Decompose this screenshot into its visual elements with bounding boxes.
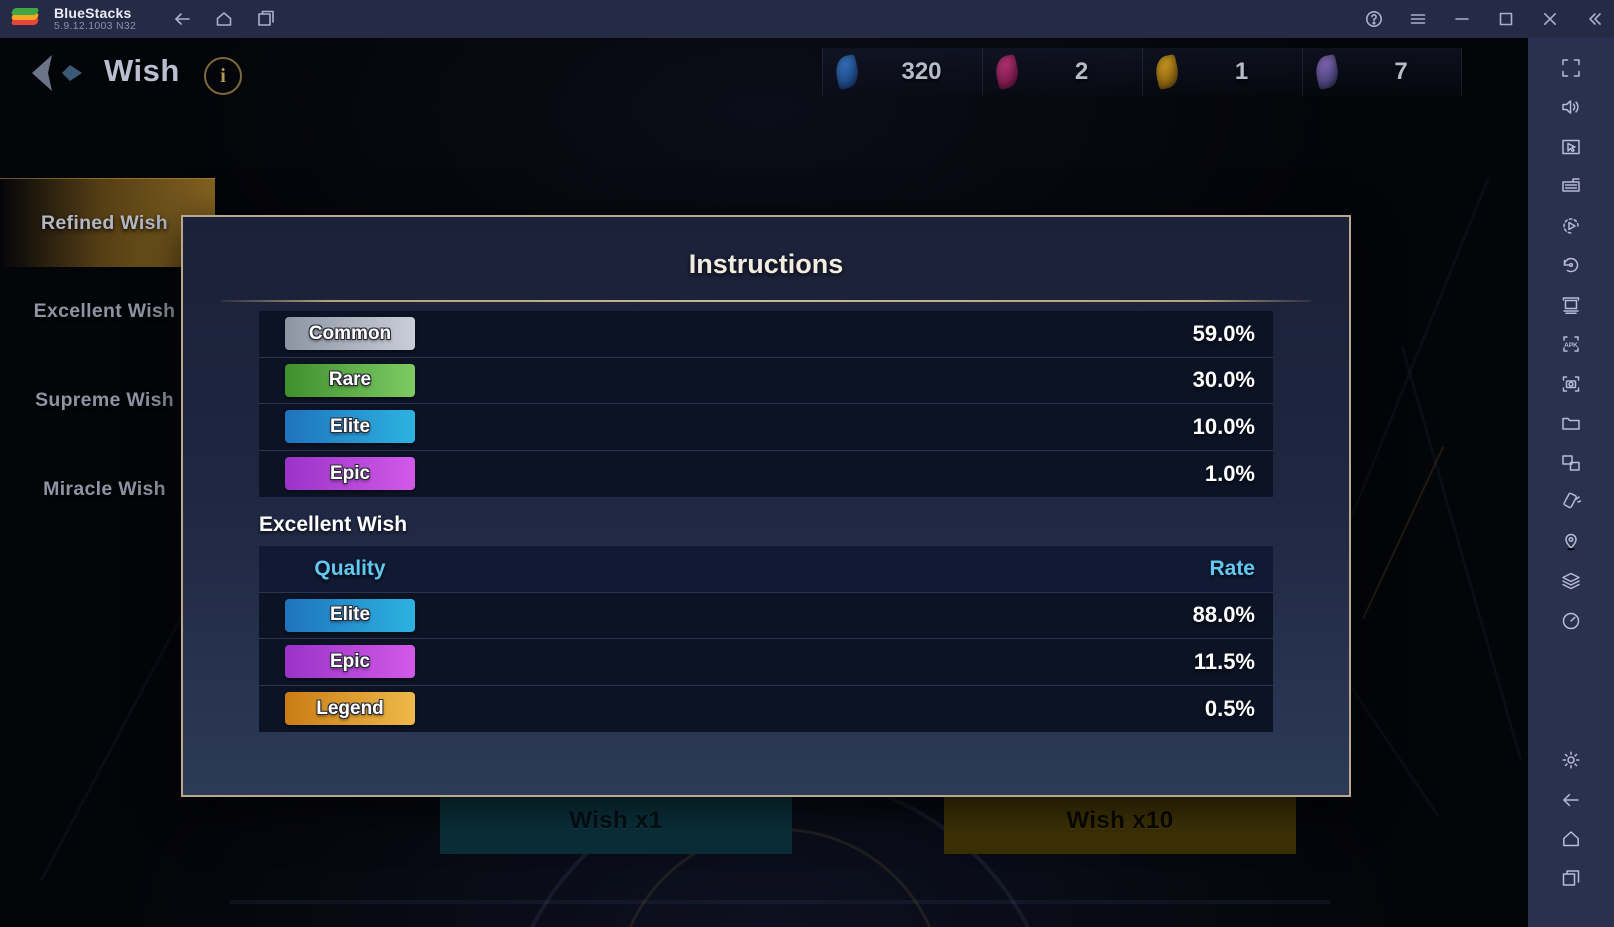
layers-icon[interactable] <box>1528 562 1614 602</box>
currency-value: 7 <box>1394 58 1408 85</box>
multi-instance-icon[interactable] <box>256 9 276 29</box>
refined-wish-rate-table: Common 59.0% Rare 30.0% Elite 10.0% Epic… <box>259 311 1273 497</box>
android-back-icon[interactable] <box>1528 780 1614 820</box>
currency-item-blue-crystal[interactable]: 320 <box>822 48 982 96</box>
game-controls-icon[interactable] <box>1528 285 1614 325</box>
purple-crystal-icon <box>1311 53 1345 91</box>
rotate-icon[interactable] <box>1528 246 1614 286</box>
install-apk-icon[interactable]: APK <box>1528 325 1614 365</box>
help-icon[interactable] <box>1364 9 1384 29</box>
table-row: Epic 11.5% <box>259 639 1273 686</box>
rate-value: 1.0% <box>1204 460 1255 486</box>
quality-badge: Rare <box>285 363 415 397</box>
quality-badge: Common <box>285 317 415 351</box>
table-row: Legend 0.5% <box>259 685 1273 732</box>
table-row: Elite 10.0% <box>259 404 1273 451</box>
rate-value: 30.0% <box>1192 367 1255 393</box>
section-title-excellent-wish: Excellent Wish <box>259 513 408 536</box>
currency-value: 320 <box>901 58 942 85</box>
wish-x1-label: Wish x1 <box>569 807 663 834</box>
column-header-quality: Quality <box>314 556 386 580</box>
android-home-icon[interactable] <box>1528 820 1614 860</box>
shake-icon[interactable] <box>1528 483 1614 523</box>
currency-item-gold-crystal[interactable]: 1 <box>1142 48 1302 96</box>
app-version: 5.9.12.1003 N32 <box>54 19 137 32</box>
home-icon[interactable] <box>214 9 234 29</box>
rate-value: 59.0% <box>1192 320 1255 346</box>
keyboard-controls-icon[interactable] <box>1528 167 1614 207</box>
game-viewport: Wish i 320 2 1 7 Refined Wish Excellent … <box>0 38 1528 927</box>
currency-value: 2 <box>1074 58 1089 85</box>
rate-value: 11.5% <box>1193 648 1255 674</box>
rate-value: 10.0% <box>1192 413 1255 439</box>
hamburger-menu-icon[interactable] <box>1408 9 1428 29</box>
table-row: Rare 30.0% <box>259 357 1273 404</box>
bluestacks-sidebar-toolbar: APK <box>1528 38 1614 927</box>
table-row: Elite 88.0% <box>259 592 1273 639</box>
dialog-divider <box>221 300 1311 302</box>
column-header-rate: Rate <box>1209 556 1255 580</box>
currency-item-purple-crystal[interactable]: 7 <box>1302 48 1462 96</box>
back-arrow-icon[interactable] <box>172 9 192 29</box>
location-icon[interactable] <box>1528 522 1614 562</box>
rate-value: 0.5% <box>1204 695 1255 721</box>
quality-badge: Elite <box>285 598 415 632</box>
app-identity: BlueStacks 5.9.12.1003 N32 <box>54 6 136 32</box>
currency-value: 1 <box>1234 58 1249 85</box>
currency-item-pink-crystal[interactable]: 2 <box>982 48 1142 96</box>
titlebar-nav-group <box>172 9 276 29</box>
fullscreen-icon[interactable] <box>1528 48 1614 88</box>
table-row: Common 59.0% <box>259 311 1273 358</box>
rate-value: 88.0% <box>1192 602 1255 628</box>
quality-badge: Legend <box>285 692 415 726</box>
background-art <box>1361 446 1445 620</box>
currency-bar: 320 2 1 7 <box>822 48 1462 96</box>
quality-badge: Epic <box>285 457 415 491</box>
table-header-row: Quality Rate <box>259 546 1273 593</box>
table-row: Epic 1.0% <box>259 450 1273 497</box>
blue-crystal-icon <box>831 53 865 91</box>
wish-x10-label: Wish x10 <box>1066 807 1174 834</box>
pink-crystal-icon <box>991 53 1025 91</box>
gold-crystal-icon <box>1151 53 1185 91</box>
game-back-arrow-icon[interactable] <box>22 52 94 94</box>
page-title: Wish <box>104 53 180 88</box>
app-window: BlueStacks 5.9.12.1003 N32 Wish i 320 2 … <box>0 0 1614 927</box>
dialog-title: Instructions <box>688 249 844 279</box>
background-art <box>39 614 184 882</box>
quality-badge: Epic <box>285 645 415 679</box>
app-name: BlueStacks <box>54 5 132 22</box>
screenshot-icon[interactable] <box>1528 364 1614 404</box>
picture-in-picture-icon[interactable] <box>1528 443 1614 483</box>
android-recents-icon[interactable] <box>1528 859 1614 899</box>
macro-play-icon[interactable] <box>1528 206 1614 246</box>
instructions-dialog: Instructions Common 59.0% Rare 30.0% Eli… <box>181 215 1351 797</box>
settings-gear-icon[interactable] <box>1528 741 1614 781</box>
pointer-mode-icon[interactable] <box>1528 127 1614 167</box>
performance-icon[interactable] <box>1528 601 1614 641</box>
bluestacks-logo-icon <box>10 7 42 31</box>
maximize-icon[interactable] <box>1496 9 1516 29</box>
media-folder-icon[interactable] <box>1528 404 1614 444</box>
volume-icon[interactable] <box>1528 88 1614 128</box>
excellent-wish-rate-table: Quality Rate Elite 88.0% Epic 11.5% Lege… <box>259 546 1273 732</box>
collapse-sidebar-icon[interactable] <box>1584 9 1604 29</box>
close-icon[interactable] <box>1540 9 1560 29</box>
info-button[interactable]: i <box>204 57 242 95</box>
bluestacks-titlebar: BlueStacks 5.9.12.1003 N32 <box>0 0 1614 38</box>
svg-text:APK: APK <box>1564 342 1578 349</box>
window-controls <box>1364 0 1604 38</box>
quality-badge: Elite <box>285 410 415 444</box>
game-header: Wish i 320 2 1 7 <box>0 38 1528 106</box>
minimize-icon[interactable] <box>1452 9 1472 29</box>
background-art <box>1400 345 1523 761</box>
